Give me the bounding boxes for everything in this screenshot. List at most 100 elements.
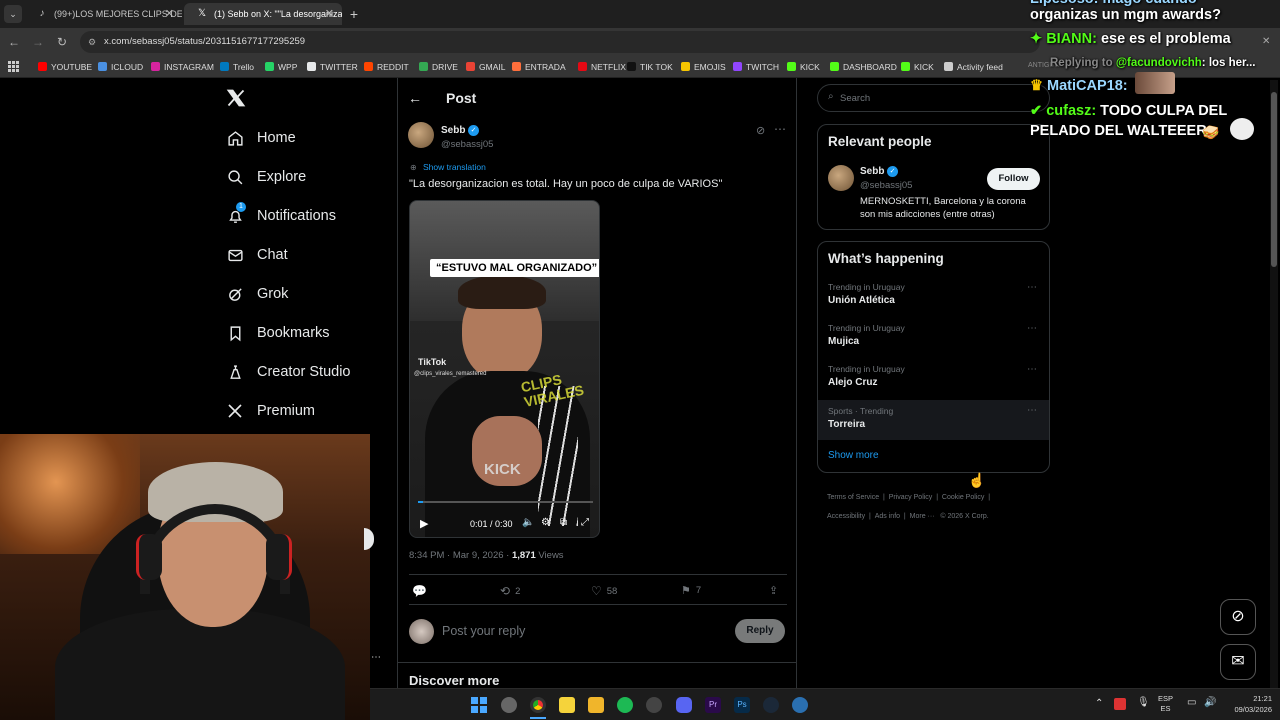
tray-chevron-icon[interactable]: ⌃: [1095, 698, 1103, 709]
tab-list-button[interactable]: ⌄: [4, 5, 22, 23]
chatgpt-icon[interactable]: [646, 697, 662, 713]
tray-app-icon[interactable]: [1114, 698, 1126, 710]
back-icon[interactable]: ←: [6, 34, 22, 50]
retweet-action[interactable]: ⟲ 2: [500, 584, 520, 598]
bookmark-item[interactable]: YOUTUBE: [38, 56, 92, 78]
reply-button[interactable]: Reply: [735, 619, 785, 643]
close-tab-icon[interactable]: ✕: [165, 3, 174, 25]
bookmark-item[interactable]: KICK: [787, 56, 820, 78]
bookmark-action[interactable]: ⚑ 7: [681, 584, 701, 597]
bookmark-item[interactable]: NETFLIX: [578, 56, 626, 78]
chat-close-icon[interactable]: ✕: [1262, 36, 1270, 47]
site-info-icon[interactable]: ⚙: [88, 31, 96, 53]
close-tab-icon[interactable]: ✕: [325, 3, 334, 25]
sidebar-item-premium[interactable]: Premium: [226, 397, 315, 425]
sidebar-item-grok[interactable]: Grok: [226, 280, 288, 308]
search-box[interactable]: ⌕ Search: [817, 84, 1050, 112]
bookmark-item[interactable]: INSTAGRAM: [151, 56, 214, 78]
new-tab-button[interactable]: +: [346, 5, 362, 23]
grok-float-button[interactable]: ⊘: [1220, 599, 1256, 635]
steam-icon[interactable]: [763, 697, 779, 713]
accessibility-link[interactable]: Accessibility: [827, 513, 865, 520]
app-icon[interactable]: [792, 697, 808, 713]
trend-more-icon[interactable]: ⋯: [1027, 405, 1037, 416]
person-avatar[interactable]: [828, 165, 854, 191]
more-dots-icon[interactable]: ⋯: [371, 652, 381, 663]
share-action[interactable]: ⇪: [769, 584, 778, 597]
folder-icon[interactable]: [588, 697, 604, 713]
terms-link[interactable]: Terms of Service: [827, 494, 879, 501]
apps-grid-icon[interactable]: [8, 61, 19, 72]
browser-tab-tiktok[interactable]: ♪ (99+)LOS MEJORES CLIPS DEL S ✕: [24, 3, 183, 25]
bookmark-item[interactable]: ENTRADA: [512, 56, 566, 78]
photoshop-icon[interactable]: Ps: [734, 697, 750, 713]
sidebar-item-notifications[interactable]: 1 Notifications: [226, 202, 336, 230]
person-name[interactable]: Sebb: [860, 166, 884, 177]
chrome-icon[interactable]: [530, 697, 546, 713]
author-avatar[interactable]: [408, 122, 434, 148]
discord-icon[interactable]: [676, 697, 692, 713]
trend-item[interactable]: Trending in Uruguay Unión Atlética: [828, 282, 1040, 306]
grok-icon[interactable]: ⊘: [756, 124, 765, 137]
forward-icon[interactable]: →: [30, 34, 46, 50]
bookmark-item[interactable]: KICK: [901, 56, 934, 78]
bookmark-item[interactable]: Activity feed: [944, 56, 1003, 78]
play-icon[interactable]: ▶: [420, 517, 428, 530]
bookmark-item[interactable]: EMOJIS: [681, 56, 726, 78]
lang-indicator[interactable]: ESP ES: [1158, 694, 1173, 714]
video-progress-track[interactable]: [418, 501, 593, 503]
trend-item[interactable]: Trending in Uruguay Mujica: [828, 323, 1040, 347]
page-scrollbar[interactable]: [1270, 80, 1278, 688]
trend-more-icon[interactable]: ⋯: [1027, 282, 1037, 293]
fullscreen-icon[interactable]: ⤢: [581, 517, 589, 528]
sidebar-item-bookmarks[interactable]: Bookmarks: [226, 319, 330, 347]
sidebar-item-chat[interactable]: Chat: [226, 241, 288, 269]
bookmark-item[interactable]: DASHBOARD: [830, 56, 897, 78]
back-arrow-icon[interactable]: ←: [408, 90, 422, 106]
video-player[interactable]: “ESTUVO MAL ORGANIZADO” TikTok @clips_vi…: [409, 200, 600, 538]
url-input[interactable]: ⚙ x.com/sebassj05/status/203115167717729…: [80, 31, 1040, 53]
volume-icon[interactable]: 🔈: [522, 517, 534, 528]
pip-icon[interactable]: ⧉: [560, 517, 567, 528]
follow-button[interactable]: Follow: [987, 168, 1040, 190]
sidebar-item-explore[interactable]: Explore: [226, 163, 306, 191]
sidebar-item-creator-studio[interactable]: Creator Studio: [226, 358, 351, 386]
privacy-link[interactable]: Privacy Policy: [889, 494, 933, 501]
person-handle[interactable]: @sebassj05: [860, 180, 912, 191]
more-options-icon[interactable]: ⋯: [774, 122, 786, 136]
bookmark-item[interactable]: TIK TOK: [627, 56, 673, 78]
windows-start-icon[interactable]: [471, 697, 487, 713]
sidebar-item-home[interactable]: Home: [226, 124, 296, 152]
trend-item[interactable]: Trending in Uruguay Alejo Cruz: [828, 364, 1040, 388]
microphone-icon[interactable]: 🎙: [1137, 697, 1150, 708]
x-logo-icon[interactable]: [226, 88, 246, 108]
bookmark-item[interactable]: WPP: [265, 56, 297, 78]
trend-more-icon[interactable]: ⋯: [1027, 323, 1037, 334]
author-handle[interactable]: @sebassj05: [441, 139, 493, 150]
browser-tab-x[interactable]: 𝕏 (1) Sebb on X: ""La desorganiza ✕: [184, 3, 342, 25]
trend-item[interactable]: Sports · Trending Torreira: [818, 400, 1049, 440]
notes-icon[interactable]: [559, 697, 575, 713]
ads-info-link[interactable]: Ads info: [875, 513, 900, 520]
show-more-link[interactable]: Show more: [828, 450, 879, 461]
premiere-icon[interactable]: Pr: [705, 697, 721, 713]
volume-icon[interactable]: 🔊: [1204, 697, 1216, 708]
trend-more-icon[interactable]: ⋯: [1027, 364, 1037, 375]
messages-float-button[interactable]: ✉: [1220, 644, 1256, 680]
show-translation-link[interactable]: Show translation: [423, 162, 486, 172]
reply-action[interactable]: 💬: [412, 584, 427, 598]
bookmark-item[interactable]: ICLOUD: [98, 56, 143, 78]
like-action[interactable]: ♡ 58: [591, 584, 617, 598]
spotify-icon[interactable]: [617, 697, 633, 713]
bookmark-item[interactable]: TWITTER: [307, 56, 358, 78]
copilot-icon[interactable]: [501, 697, 517, 713]
bookmark-item[interactable]: DRIVE: [419, 56, 458, 78]
more-link[interactable]: More ···: [910, 513, 935, 520]
cookie-link[interactable]: Cookie Policy: [942, 494, 984, 501]
bookmark-item[interactable]: GMAIL: [466, 56, 505, 78]
bookmark-item[interactable]: Trello: [220, 56, 254, 78]
reload-icon[interactable]: ↻: [54, 34, 70, 50]
clock[interactable]: 21:21 09/03/2026: [1222, 693, 1272, 715]
reply-input[interactable]: Post your reply: [442, 624, 722, 638]
settings-icon[interactable]: ⚙: [541, 517, 550, 528]
